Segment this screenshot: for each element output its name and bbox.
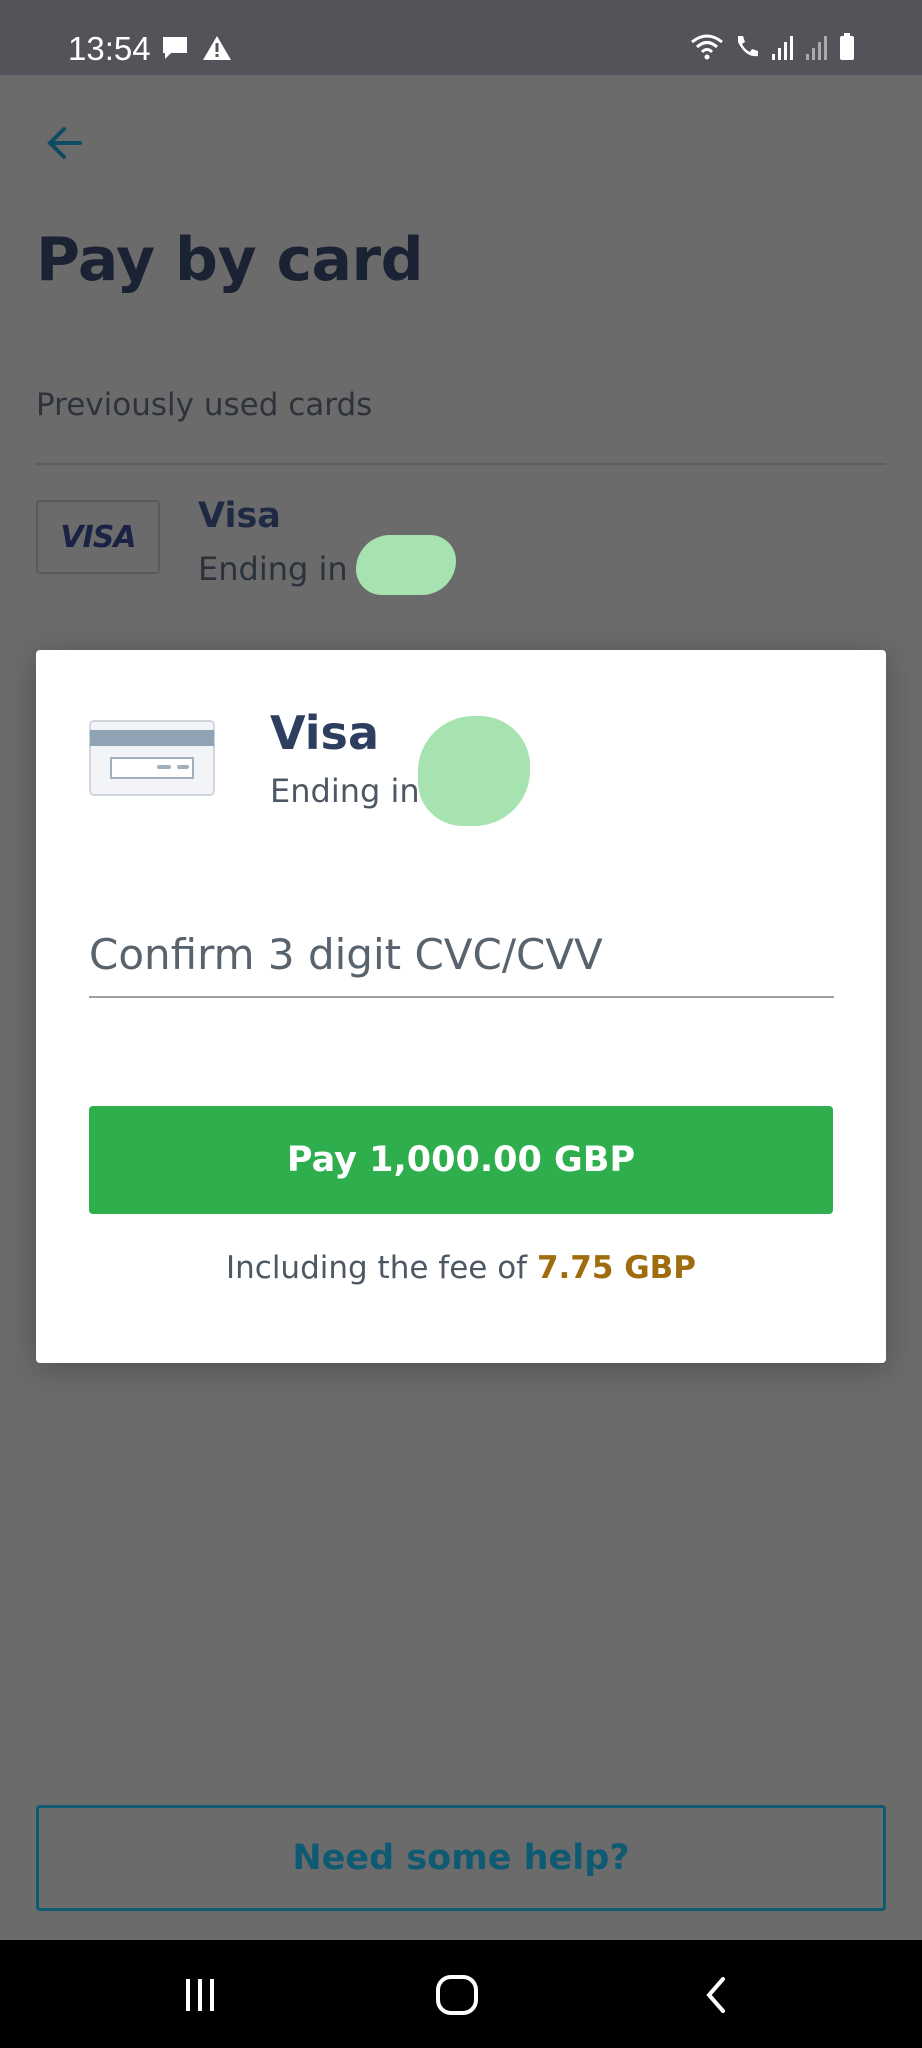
saved-card-row[interactable]: VISA Visa Ending in: [36, 496, 886, 640]
battery-icon: [838, 32, 856, 66]
home-icon: [436, 1975, 478, 2015]
visa-logo-text: VISA: [60, 519, 136, 555]
chat-icon: [160, 34, 190, 66]
pay-button-label: Pay 1,000.00 GBP: [286, 1140, 636, 1180]
home-button[interactable]: [427, 1970, 487, 2020]
cvc-input[interactable]: [89, 912, 834, 998]
divider: [36, 463, 886, 465]
wifi-icon: [690, 32, 724, 66]
recent-apps-button[interactable]: [170, 1970, 230, 2020]
modal-card-ending: Ending in: [270, 772, 420, 810]
status-time: 13:54: [68, 30, 151, 67]
pay-button[interactable]: Pay 1,000.00 GBP: [89, 1106, 833, 1214]
redaction-mark: [356, 535, 456, 595]
fee-note: Including the fee of 7.75 GBP: [36, 1250, 886, 1286]
credit-card-icon: [89, 720, 215, 796]
previously-used-cards-label: Previously used cards: [36, 387, 373, 423]
fee-amount: 7.75 GBP: [536, 1250, 697, 1286]
status-bar: 13:54: [0, 0, 922, 75]
signal-roaming-icon: [770, 32, 796, 66]
saved-card-name: Visa: [198, 496, 281, 536]
need-help-label: Need some help?: [292, 1838, 630, 1878]
status-system-icons: [690, 32, 856, 66]
confirm-cvc-dialog: Visa Ending in Pay 1,000.00 GBP Includin…: [36, 650, 886, 1363]
signal-roaming-icon: [804, 32, 830, 66]
wifi-calling-icon: [732, 32, 762, 66]
page-title: Pay by card: [36, 225, 424, 295]
system-nav-bar: [0, 1940, 922, 2048]
saved-card-ending-label: Ending in: [198, 550, 348, 588]
modal-card-name: Visa: [270, 706, 379, 760]
warning-icon: [202, 34, 232, 66]
fee-prefix: Including the fee of: [225, 1250, 537, 1286]
status-notification-icons: [160, 34, 232, 66]
redaction-mark: [418, 716, 530, 826]
arrow-left-icon: [47, 127, 82, 159]
saved-card-ending: Ending in: [198, 550, 348, 588]
visa-logo: VISA: [36, 500, 160, 574]
back-icon: [706, 1977, 725, 2013]
system-back-button[interactable]: [687, 1970, 747, 2020]
recent-apps-icon: [186, 1979, 214, 2011]
back-button[interactable]: [36, 115, 92, 171]
modal-card-ending-label: Ending in: [270, 772, 420, 810]
need-help-button[interactable]: Need some help?: [36, 1805, 886, 1911]
